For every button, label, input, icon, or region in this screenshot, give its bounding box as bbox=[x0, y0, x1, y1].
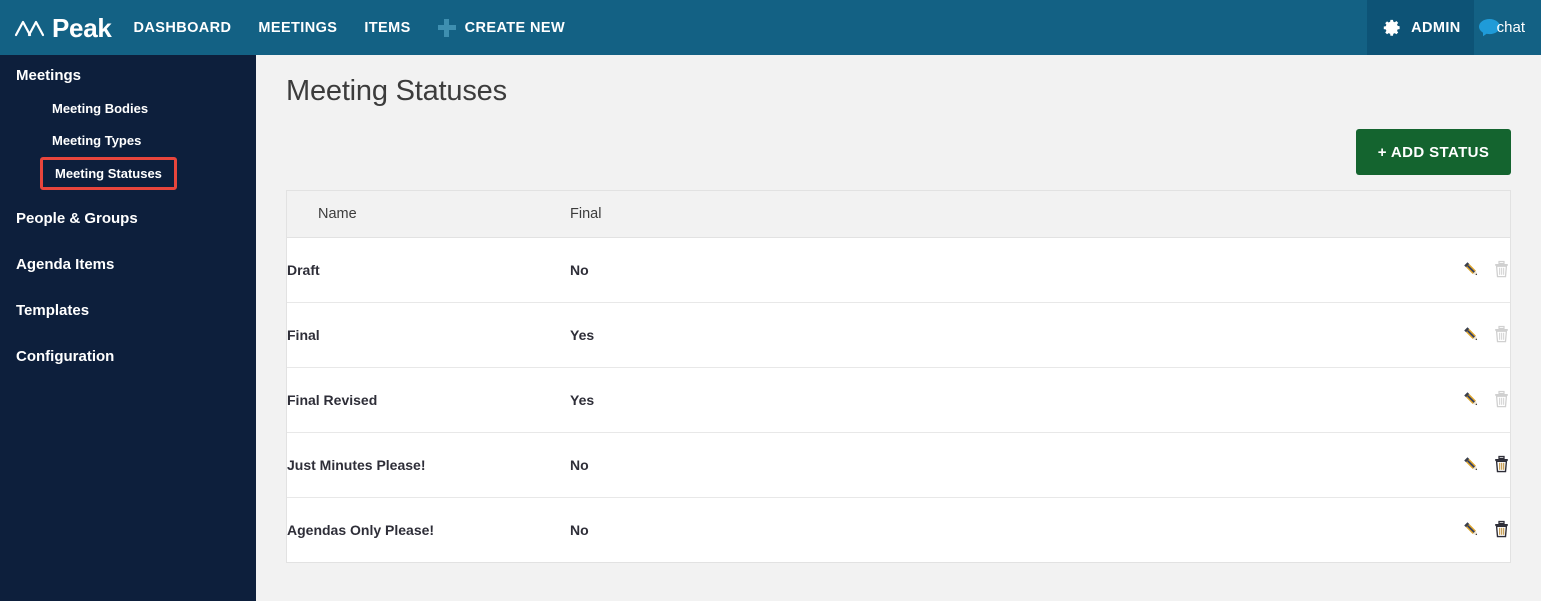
cell-final: Yes bbox=[570, 367, 1270, 433]
nav-item-dashboard[interactable]: DASHBOARD bbox=[134, 20, 232, 36]
main-content: Meeting Statuses + ADD STATUS Name Final… bbox=[256, 55, 1541, 601]
trash-icon bbox=[1493, 325, 1510, 344]
cell-name: Draft bbox=[287, 237, 570, 303]
table-row: Final Yes bbox=[287, 302, 1510, 368]
sidebar-divider bbox=[0, 282, 256, 294]
meeting-statuses-table: Name Final Draft No Final Yes Final Revi… bbox=[286, 190, 1511, 563]
cell-final: Yes bbox=[570, 302, 1270, 368]
gear-icon bbox=[1383, 18, 1402, 37]
cell-name: Final Revised bbox=[287, 367, 570, 433]
add-status-button[interactable]: + ADD STATUS bbox=[1356, 129, 1511, 175]
chat-button[interactable]: chat bbox=[1474, 0, 1541, 55]
trash-icon[interactable] bbox=[1493, 455, 1510, 474]
page-title: Meeting Statuses bbox=[286, 75, 507, 107]
plus-icon bbox=[437, 18, 456, 37]
top-navigation-right: ADMIN chat bbox=[1367, 0, 1541, 55]
trash-icon bbox=[1493, 390, 1510, 409]
brand-name: Peak bbox=[52, 12, 112, 43]
peak-chart-icon bbox=[14, 15, 48, 41]
top-navigation-bar: Peak DASHBOARD MEETINGS ITEMS CREATE NEW… bbox=[0, 0, 1541, 55]
cell-final: No bbox=[570, 521, 589, 538]
table-body: Draft No Final Yes Final Revised Yes Jus… bbox=[287, 237, 1510, 562]
cell-final: No bbox=[570, 237, 1270, 303]
cell-actions bbox=[1270, 237, 1510, 303]
cell-actions bbox=[1270, 497, 1510, 562]
trash-icon bbox=[1493, 260, 1510, 279]
brand-logo-link[interactable]: Peak bbox=[14, 15, 112, 41]
cell-name: Agendas Only Please! bbox=[287, 521, 435, 538]
pencil-icon[interactable] bbox=[1463, 520, 1480, 539]
column-header-final: Final bbox=[570, 191, 1270, 238]
sidebar-item-people-and-groups[interactable]: People & Groups bbox=[0, 202, 256, 236]
trash-icon[interactable] bbox=[1493, 520, 1510, 539]
pencil-icon[interactable] bbox=[1463, 260, 1480, 279]
page-actions: + ADD STATUS bbox=[256, 129, 1541, 175]
nav-item-items[interactable]: ITEMS bbox=[364, 20, 410, 36]
sidebar-divider bbox=[0, 328, 256, 340]
nav-item-create-new[interactable]: CREATE NEW bbox=[437, 18, 566, 37]
admin-label: ADMIN bbox=[1411, 19, 1461, 36]
column-header-actions bbox=[1270, 191, 1510, 238]
sidebar-item-meeting-statuses[interactable]: Meeting Statuses bbox=[40, 157, 177, 190]
cell-actions bbox=[1270, 432, 1510, 498]
sidebar-item-templates[interactable]: Templates bbox=[0, 294, 256, 328]
table-row: Draft No bbox=[287, 237, 1510, 303]
column-header-name: Name bbox=[287, 191, 570, 238]
table-row: Just Minutes Please! No bbox=[287, 432, 1510, 498]
cell-actions bbox=[1270, 367, 1510, 433]
chat-label: chat bbox=[1496, 19, 1525, 36]
sidebar-item-configuration[interactable]: Configuration bbox=[0, 340, 256, 374]
cell-name: Final bbox=[287, 302, 570, 368]
create-new-label: CREATE NEW bbox=[464, 19, 566, 36]
sidebar-item-agenda-items[interactable]: Agenda Items bbox=[0, 248, 256, 282]
cell-name: Just Minutes Please! bbox=[287, 432, 570, 498]
sidebar-divider bbox=[0, 190, 256, 202]
nav-item-meetings[interactable]: MEETINGS bbox=[258, 20, 337, 36]
pencil-icon[interactable] bbox=[1463, 455, 1480, 474]
table-row: Final Revised Yes bbox=[287, 367, 1510, 433]
table-header-row: Name Final bbox=[287, 191, 1510, 238]
admin-menu-button[interactable]: ADMIN bbox=[1367, 0, 1474, 55]
pencil-icon[interactable] bbox=[1463, 325, 1480, 344]
pencil-icon[interactable] bbox=[1463, 390, 1480, 409]
cell-final: No bbox=[570, 432, 1270, 498]
sidebar: Meetings Meeting Bodies Meeting Types Me… bbox=[0, 55, 256, 601]
sidebar-divider bbox=[0, 236, 256, 248]
sidebar-item-meetings[interactable]: Meetings bbox=[0, 59, 256, 93]
sidebar-item-meeting-types[interactable]: Meeting Types bbox=[0, 125, 256, 157]
sidebar-item-meeting-bodies[interactable]: Meeting Bodies bbox=[0, 93, 256, 125]
cell-actions bbox=[1270, 302, 1510, 368]
table-row: Agendas Only Please! No bbox=[287, 497, 1510, 562]
